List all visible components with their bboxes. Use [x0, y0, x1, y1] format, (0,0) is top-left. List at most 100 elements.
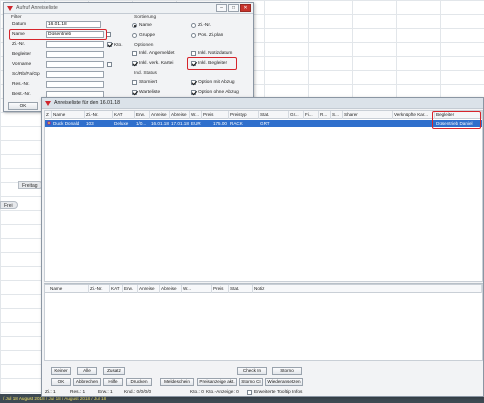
side-tag-label: Frei — [4, 203, 13, 209]
column-header[interactable]: Notiz — [253, 285, 482, 293]
column-header[interactable]: Erw. — [123, 285, 138, 293]
search-ok-button[interactable]: OK — [8, 102, 38, 110]
cell-stat: GRT — [260, 121, 270, 126]
zusatz-button[interactable]: Zusatz — [103, 367, 125, 375]
sort-pos-radio[interactable] — [191, 33, 196, 38]
storno-ci-button[interactable]: Storno CI — [239, 378, 263, 386]
kto-label: Kto. — [114, 43, 123, 48]
column-header[interactable]: W... — [190, 111, 202, 119]
hilfe-button[interactable]: Hilfe — [103, 378, 123, 386]
status-option-ohne-abzug-checkbox[interactable] — [191, 90, 196, 95]
opt-notizdatum-checkbox[interactable] — [191, 51, 196, 56]
keiner-button[interactable]: Keiner — [51, 367, 71, 375]
status-option-mit-abzug-label: Option mit Abzug — [198, 80, 235, 85]
ind-status-group-title: Ind. Status — [134, 71, 157, 76]
sort-name-radio[interactable] — [132, 23, 137, 28]
column-header[interactable]: Zi.-Nr. — [85, 111, 113, 119]
column-header[interactable]: Anreise — [138, 285, 160, 293]
search-dialog-title: Aufruf Anreiseliste — [16, 5, 58, 11]
opt-angemeldet-checkbox[interactable] — [132, 51, 137, 56]
sort-name-label: Name — [139, 23, 152, 28]
column-header[interactable]: Anreise — [150, 111, 170, 119]
sc-label: Sc/Rb/Fa/Gp — [12, 72, 40, 77]
arrival-list-window: Anreiseliste für den 16.01.18 Z Name Zi.… — [41, 97, 484, 397]
meldeschein-button[interactable]: Meldeschein — [160, 378, 194, 386]
alle-button[interactable]: Alle — [77, 367, 97, 375]
storno-button[interactable]: Storno — [272, 367, 302, 375]
status-storniert-label: Storniert — [139, 80, 158, 85]
tooltip-checkbox[interactable] — [247, 390, 252, 395]
res-field[interactable] — [46, 81, 104, 88]
res-label: Res.-Nr. — [12, 82, 30, 87]
detail-grid-header: Name Zi.-Nr. KAT Erw. Anreise Abreise W.… — [45, 285, 482, 293]
column-header[interactable]: Sharer — [343, 111, 393, 119]
cell-kat: Deluxe — [114, 121, 129, 126]
search-dialog: Aufruf Anreiseliste – □ ✕ Filter Datum 1… — [3, 2, 254, 112]
column-header[interactable]: Fi... — [304, 111, 319, 119]
status-option-ohne-abzug-label: Option ohne Abzug — [198, 90, 239, 95]
column-header[interactable]: Zi.-Nr. — [89, 285, 110, 293]
ok-button[interactable]: OK — [51, 378, 71, 386]
maximize-button[interactable]: □ — [228, 4, 239, 12]
begleiter-option-highlight — [187, 57, 237, 70]
drucken-button[interactable]: Drucken — [126, 378, 152, 386]
table-row[interactable]: Duck Donald 103 Deluxe 1/0... 16.01.18 1… — [45, 120, 482, 127]
column-header[interactable]: Gr... — [289, 111, 304, 119]
abbrechen-button[interactable]: Abbrechen — [73, 378, 101, 386]
minimize-button[interactable]: – — [216, 4, 227, 12]
cell-abreise: 17.01.18 — [171, 121, 189, 126]
close-button[interactable]: ✕ — [240, 4, 251, 12]
sorting-group-title: Sortierung — [134, 15, 157, 20]
column-header[interactable]: W... — [182, 285, 212, 293]
column-header[interactable]: Stat. — [259, 111, 289, 119]
sort-pos-label: Pos. Zi.plan — [198, 33, 224, 38]
kto-checkbox[interactable] — [107, 42, 112, 47]
zinr-field[interactable] — [46, 41, 104, 48]
column-header[interactable]: S... — [331, 111, 343, 119]
column-header[interactable]: Preis — [202, 111, 229, 119]
column-header[interactable]: Erw. — [135, 111, 150, 119]
status-option-mit-abzug-checkbox[interactable] — [191, 80, 196, 85]
check-in-button[interactable]: Check In — [237, 367, 267, 375]
opt-notizdatum-label: Inkl. Notizdatum — [198, 51, 233, 56]
column-header[interactable]: Z — [45, 111, 52, 119]
begleiter-label: Begleiter — [12, 52, 31, 57]
column-header[interactable]: KAT — [113, 111, 135, 119]
filter-group-title: Filter — [11, 15, 22, 20]
begleiter-field[interactable] — [46, 51, 104, 58]
cell-zinr: 103 — [86, 121, 94, 126]
column-header[interactable]: Name — [52, 111, 85, 119]
opt-verk-kartei-label: Inkl. verk. Kartei — [139, 61, 174, 66]
vorname-field[interactable] — [46, 61, 104, 68]
column-header[interactable]: Verknüpfte Kar... — [393, 111, 435, 119]
column-header[interactable]: Name — [49, 285, 89, 293]
sort-gruppe-radio[interactable] — [132, 33, 137, 38]
column-header[interactable]: Preis — [212, 285, 229, 293]
column-header[interactable]: Abreise — [170, 111, 190, 119]
opt-verk-kartei-checkbox[interactable] — [132, 61, 137, 66]
column-header[interactable]: Stat. — [229, 285, 253, 293]
side-tag-frei[interactable]: Frei — [0, 201, 18, 209]
datum-field[interactable]: 16.01.18 — [46, 21, 101, 28]
sc-field[interactable] — [46, 71, 104, 78]
cell-preis: 175.00 — [212, 121, 227, 126]
begleiter-column-highlight — [432, 111, 481, 129]
wiederansetzen-button[interactable]: Wiederansetzen — [265, 378, 303, 386]
status-erw: Erw.: 1 — [98, 390, 113, 395]
app-icon — [7, 5, 13, 11]
cell-waehrung: EUR — [191, 121, 201, 126]
vorname-label: Vorname — [12, 62, 32, 67]
vorname-checkbox[interactable] — [107, 62, 112, 67]
cell-preistyp: RACK — [230, 121, 243, 126]
status-warteliste-checkbox[interactable] — [132, 90, 137, 95]
column-header[interactable]: Preistyp — [229, 111, 259, 119]
app-icon — [45, 100, 51, 106]
side-tag-freitag[interactable]: Freitag — [18, 181, 43, 189]
preisanzeige-button[interactable]: Preisanzeige akt. — [197, 378, 237, 386]
column-header[interactable]: R... — [319, 111, 331, 119]
sort-zinr-radio[interactable] — [191, 23, 196, 28]
column-header[interactable]: Abreise — [160, 285, 182, 293]
status-res: Res.: 1 — [70, 390, 86, 395]
status-storniert-checkbox[interactable] — [132, 80, 137, 85]
column-header[interactable]: KAT — [110, 285, 123, 293]
